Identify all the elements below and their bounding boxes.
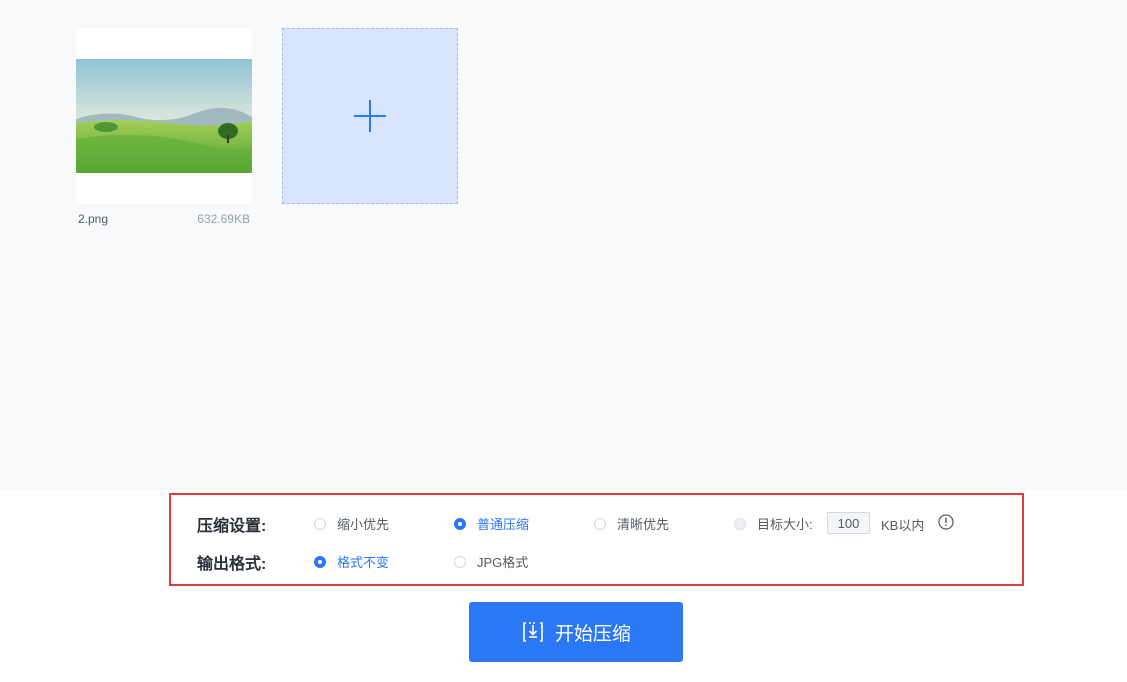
option-label: 格式不变	[337, 555, 390, 570]
radio-button[interactable]	[734, 517, 746, 530]
radio-button[interactable]	[594, 517, 606, 530]
plus-icon	[354, 100, 386, 132]
image-preview	[76, 59, 252, 173]
file-size: 632.69KB	[197, 212, 250, 226]
option-clarity-priority[interactable]: 清晰优先	[594, 514, 669, 533]
compress-icon	[523, 622, 543, 642]
radio-button[interactable]	[314, 517, 326, 530]
compression-settings-panel: 压缩设置: 缩小优先 普通压缩 清晰优先 目标大小: KB以内 输出格式: 格式…	[169, 493, 1024, 586]
target-size-unit: KB以内	[881, 518, 925, 533]
compression-settings-label: 压缩设置:	[197, 518, 267, 535]
add-image-button[interactable]	[282, 28, 458, 204]
option-label: 普通压缩	[477, 517, 530, 532]
option-label: 缩小优先	[337, 517, 390, 532]
target-size-input[interactable]	[827, 512, 870, 534]
option-keep-format[interactable]: 格式不变	[314, 552, 389, 571]
radio-button-selected[interactable]	[454, 517, 466, 530]
image-thumbnail-card[interactable]	[76, 28, 252, 204]
radio-button[interactable]	[454, 555, 466, 568]
start-button-label: 开始压缩	[554, 623, 631, 645]
upload-area: 2.png 632.69KB	[0, 0, 1127, 490]
option-normal-compression[interactable]: 普通压缩	[454, 514, 529, 533]
option-label: JPG格式	[477, 555, 529, 570]
info-icon[interactable]	[938, 514, 954, 530]
option-jpg-format[interactable]: JPG格式	[454, 552, 528, 571]
start-compress-button[interactable]: 开始压缩	[469, 602, 683, 662]
option-label: 目标大小:	[757, 517, 813, 532]
file-name: 2.png	[78, 212, 109, 226]
radio-button-selected[interactable]	[314, 555, 326, 568]
option-label: 清晰优先	[617, 517, 670, 532]
option-target-size[interactable]: 目标大小:	[734, 514, 813, 533]
option-shrink-priority[interactable]: 缩小优先	[314, 514, 389, 533]
output-format-label: 输出格式:	[197, 556, 267, 573]
